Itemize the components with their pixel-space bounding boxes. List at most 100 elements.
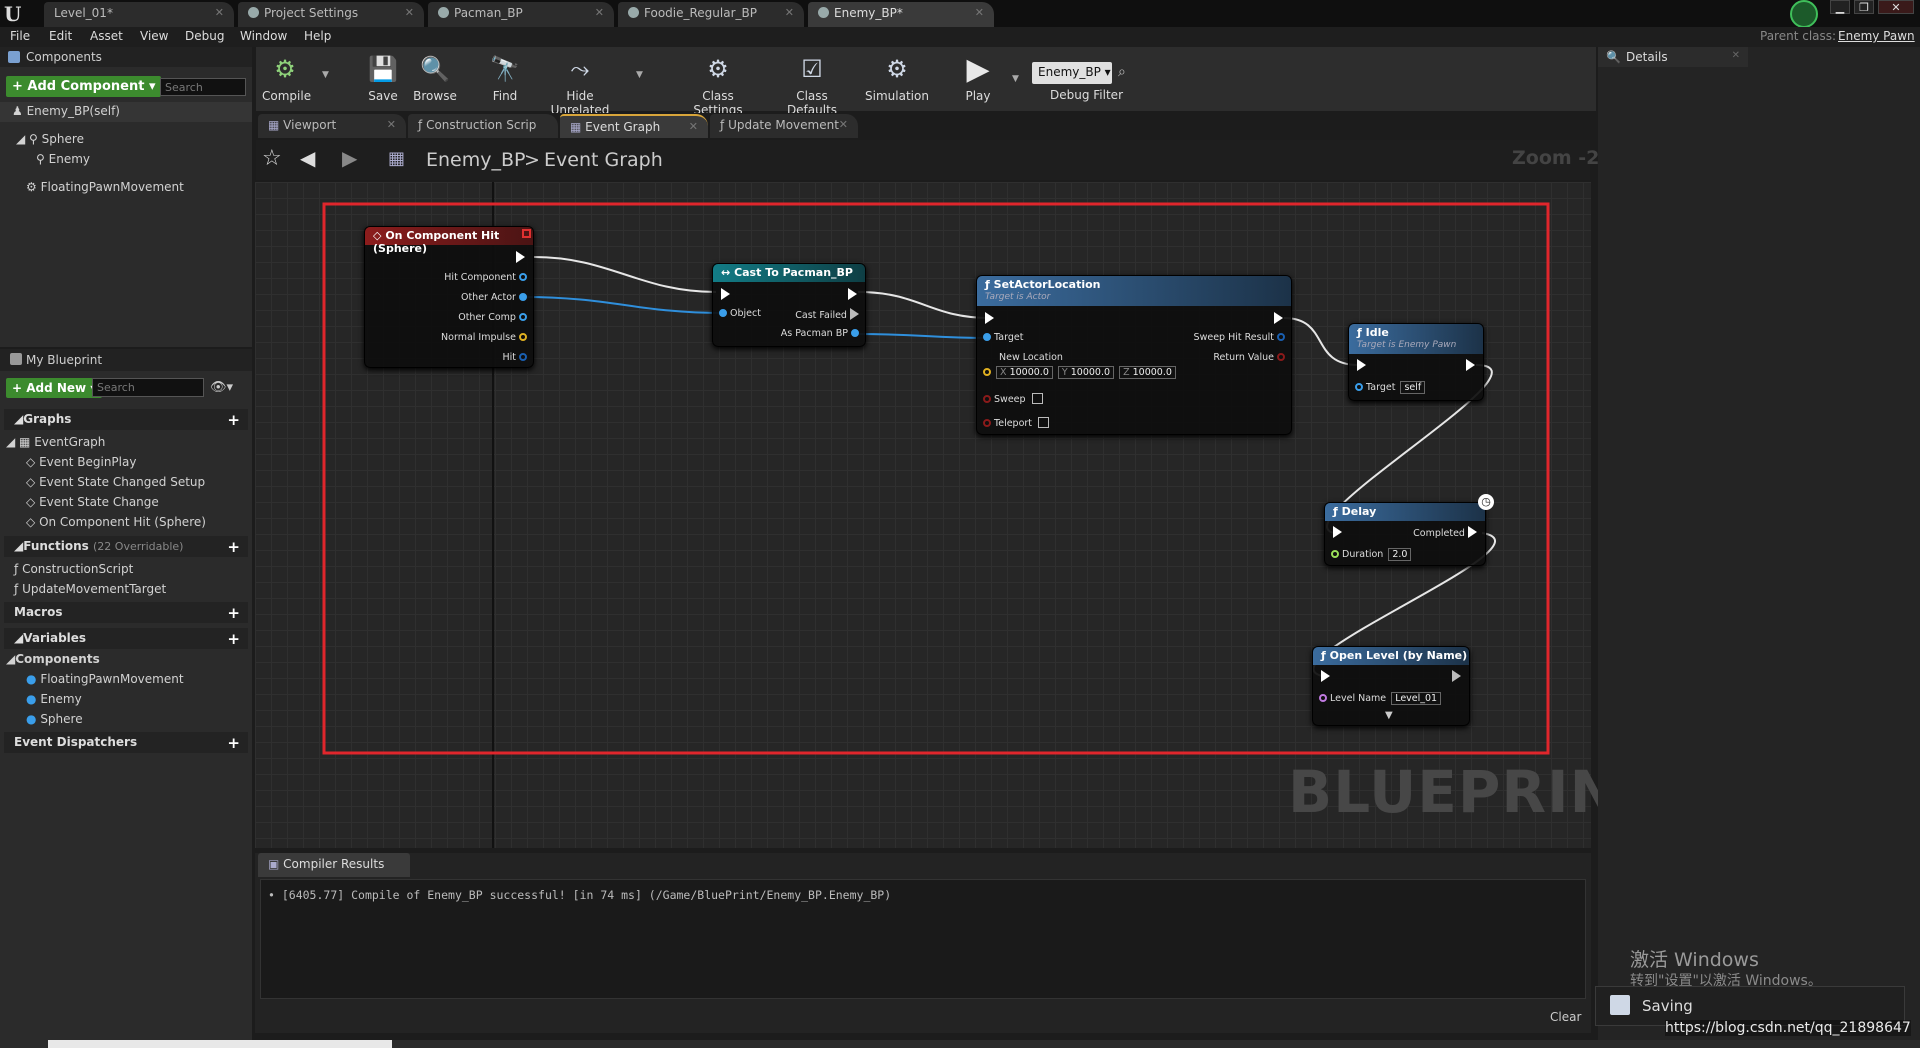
exec-in-pin[interactable] bbox=[721, 288, 730, 301]
node-subtitle: Target is Enemy Pawn bbox=[1357, 340, 1457, 350]
node-cast-to-pacman[interactable]: ↔ Cast To Pacman_BP Object Cast Failed A… bbox=[712, 263, 866, 347]
exec-arrow-icon bbox=[1466, 359, 1475, 371]
pin-dot-icon bbox=[983, 419, 991, 427]
new-location-label: New Location bbox=[999, 352, 1063, 363]
pin-other-comp[interactable]: Other Comp bbox=[458, 312, 527, 323]
clock-icon: ◷ bbox=[1478, 494, 1494, 510]
location-z-input[interactable]: Z 10000.0 bbox=[1119, 366, 1176, 379]
sweep-checkbox[interactable] bbox=[1031, 393, 1043, 404]
pin-target[interactable]: Target bbox=[983, 332, 1023, 343]
exec-arrow-icon bbox=[1321, 670, 1330, 682]
pin-dot-icon bbox=[519, 313, 527, 321]
pin-label: Return Value bbox=[1213, 352, 1274, 363]
exec-out-pin[interactable] bbox=[848, 288, 857, 301]
pin-sweep[interactable]: Sweep bbox=[983, 393, 1043, 405]
exec-in-pin[interactable] bbox=[1333, 526, 1342, 539]
pin-label: Level Name bbox=[1330, 693, 1387, 704]
pin-hit-component[interactable]: Hit Component bbox=[444, 272, 527, 283]
node-idle[interactable]: ƒ Idle Target is Enemy Pawn Target self bbox=[1348, 323, 1484, 401]
pin-dot-icon bbox=[719, 309, 727, 317]
pin-normal-impulse[interactable]: Normal Impulse bbox=[441, 332, 527, 343]
exec-arrow-icon bbox=[1357, 359, 1366, 371]
compiler-message-text: [6405.77] Compile of Enemy_BP successful… bbox=[281, 888, 892, 902]
compiler-icon: ▣ bbox=[268, 857, 280, 871]
node-header: ƒ Idle Target is Enemy Pawn bbox=[1349, 324, 1483, 354]
axis-label: Z bbox=[1123, 367, 1130, 378]
pin-return-value[interactable]: Return Value bbox=[1213, 352, 1285, 363]
teleport-checkbox[interactable] bbox=[1038, 417, 1050, 428]
details-panel bbox=[1598, 47, 1920, 1048]
exec-arrow-icon bbox=[1468, 526, 1477, 538]
pin-other-actor[interactable]: Other Actor bbox=[461, 292, 527, 303]
target-self-value: self bbox=[1400, 381, 1426, 394]
compiler-message: • [6405.77] Compile of Enemy_BP successf… bbox=[268, 888, 892, 902]
close-icon[interactable]: ✕ bbox=[1732, 50, 1740, 61]
pin-new-location[interactable]: X 10000.0 Y 10000.0 Z 10000.0 bbox=[983, 366, 1176, 379]
node-title: Cast To Pacman_BP bbox=[734, 266, 853, 279]
node-title: Open Level (by Name) bbox=[1329, 649, 1468, 662]
pin-hit[interactable]: Hit bbox=[502, 352, 527, 363]
node-title: On Component Hit (Sphere) bbox=[373, 229, 500, 255]
pin-dot-icon bbox=[983, 368, 991, 376]
blog-url-watermark: https://blog.csdn.net/qq_21898647 bbox=[1665, 1020, 1911, 1036]
node-header: ◇ On Component Hit (Sphere) bbox=[365, 227, 533, 255]
node-header: ƒ SetActorLocation Target is Actor bbox=[977, 276, 1291, 306]
level-name-input[interactable]: Level_01 bbox=[1391, 692, 1442, 705]
node-on-component-hit[interactable]: ◇ On Component Hit (Sphere) Hit Componen… bbox=[364, 226, 534, 368]
axis-value: 10000.0 bbox=[1009, 367, 1049, 378]
exec-in-pin[interactable] bbox=[985, 312, 994, 325]
pin-duration[interactable]: Duration 2.0 bbox=[1331, 548, 1412, 561]
delegate-pin-icon[interactable] bbox=[522, 229, 531, 238]
exec-arrow-icon bbox=[848, 288, 857, 300]
pin-dot-icon bbox=[519, 293, 527, 301]
tab-compiler-results[interactable]: ▣ Compiler Results bbox=[258, 853, 410, 877]
pin-dot-icon bbox=[1355, 383, 1363, 391]
expand-chevron-icon[interactable]: ▼ bbox=[1385, 710, 1393, 721]
pin-dot-icon bbox=[983, 333, 991, 341]
pin-dot-icon bbox=[519, 333, 527, 341]
pin-completed[interactable]: Completed bbox=[1413, 526, 1477, 539]
pin-object[interactable]: Object bbox=[719, 308, 761, 319]
node-open-level[interactable]: ƒ Open Level (by Name) Level Name Level_… bbox=[1312, 646, 1470, 726]
exec-out-pin[interactable] bbox=[1274, 312, 1283, 325]
pin-as-pacman[interactable]: As Pacman BP bbox=[781, 328, 859, 339]
pin-teleport[interactable]: Teleport bbox=[983, 417, 1050, 429]
pin-label: Completed bbox=[1413, 528, 1465, 539]
exec-out-pin[interactable] bbox=[1452, 670, 1461, 683]
exec-in-pin[interactable] bbox=[1357, 359, 1366, 372]
cast-icon: ↔ bbox=[721, 266, 731, 279]
pin-dot-icon bbox=[1277, 333, 1285, 341]
exec-in-pin[interactable] bbox=[1321, 670, 1330, 683]
taskbar-window-highlight bbox=[48, 1040, 392, 1048]
pin-sweep-hit-result[interactable]: Sweep Hit Result bbox=[1194, 332, 1285, 343]
pin-dot-icon bbox=[1319, 694, 1327, 702]
node-set-actor-location[interactable]: ƒ SetActorLocation Target is Actor Target… bbox=[976, 275, 1292, 435]
node-header: ƒ Delay bbox=[1325, 503, 1485, 521]
axis-label: X bbox=[1000, 367, 1007, 378]
function-icon: ƒ bbox=[985, 278, 990, 291]
pin-cast-failed[interactable]: Cast Failed bbox=[795, 308, 859, 321]
pin-dot-icon bbox=[851, 329, 859, 337]
pin-label: Normal Impulse bbox=[441, 332, 516, 343]
node-delay[interactable]: ƒ Delay Completed Duration 2.0 bbox=[1324, 502, 1486, 566]
pin-label: Sweep Hit Result bbox=[1193, 332, 1274, 343]
clear-button[interactable]: Clear bbox=[1550, 1010, 1581, 1024]
axis-label: Y bbox=[1061, 367, 1068, 378]
node-subtitle: Target is Actor bbox=[985, 292, 1051, 302]
exec-out-pin[interactable] bbox=[1466, 359, 1475, 372]
pin-target[interactable]: Target self bbox=[1355, 381, 1426, 394]
pin-label: Cast Failed bbox=[795, 310, 847, 321]
pin-level-name[interactable]: Level Name Level_01 bbox=[1319, 692, 1442, 705]
exec-wire-setloc-idle bbox=[1283, 317, 1359, 366]
exec-out-pin[interactable] bbox=[516, 251, 525, 264]
event-icon: ◇ bbox=[373, 229, 382, 242]
exec-arrow-icon bbox=[516, 251, 525, 263]
pin-label: Target bbox=[1366, 382, 1396, 393]
tab-label: Compiler Results bbox=[283, 857, 385, 871]
location-y-input[interactable]: Y 10000.0 bbox=[1057, 366, 1115, 379]
axis-value: 10000.0 bbox=[1132, 367, 1172, 378]
duration-input[interactable]: 2.0 bbox=[1388, 548, 1412, 561]
location-x-input[interactable]: X 10000.0 bbox=[996, 366, 1053, 379]
exec-wire-cast-setloc bbox=[857, 291, 991, 319]
pin-label: Hit Component bbox=[444, 272, 516, 283]
